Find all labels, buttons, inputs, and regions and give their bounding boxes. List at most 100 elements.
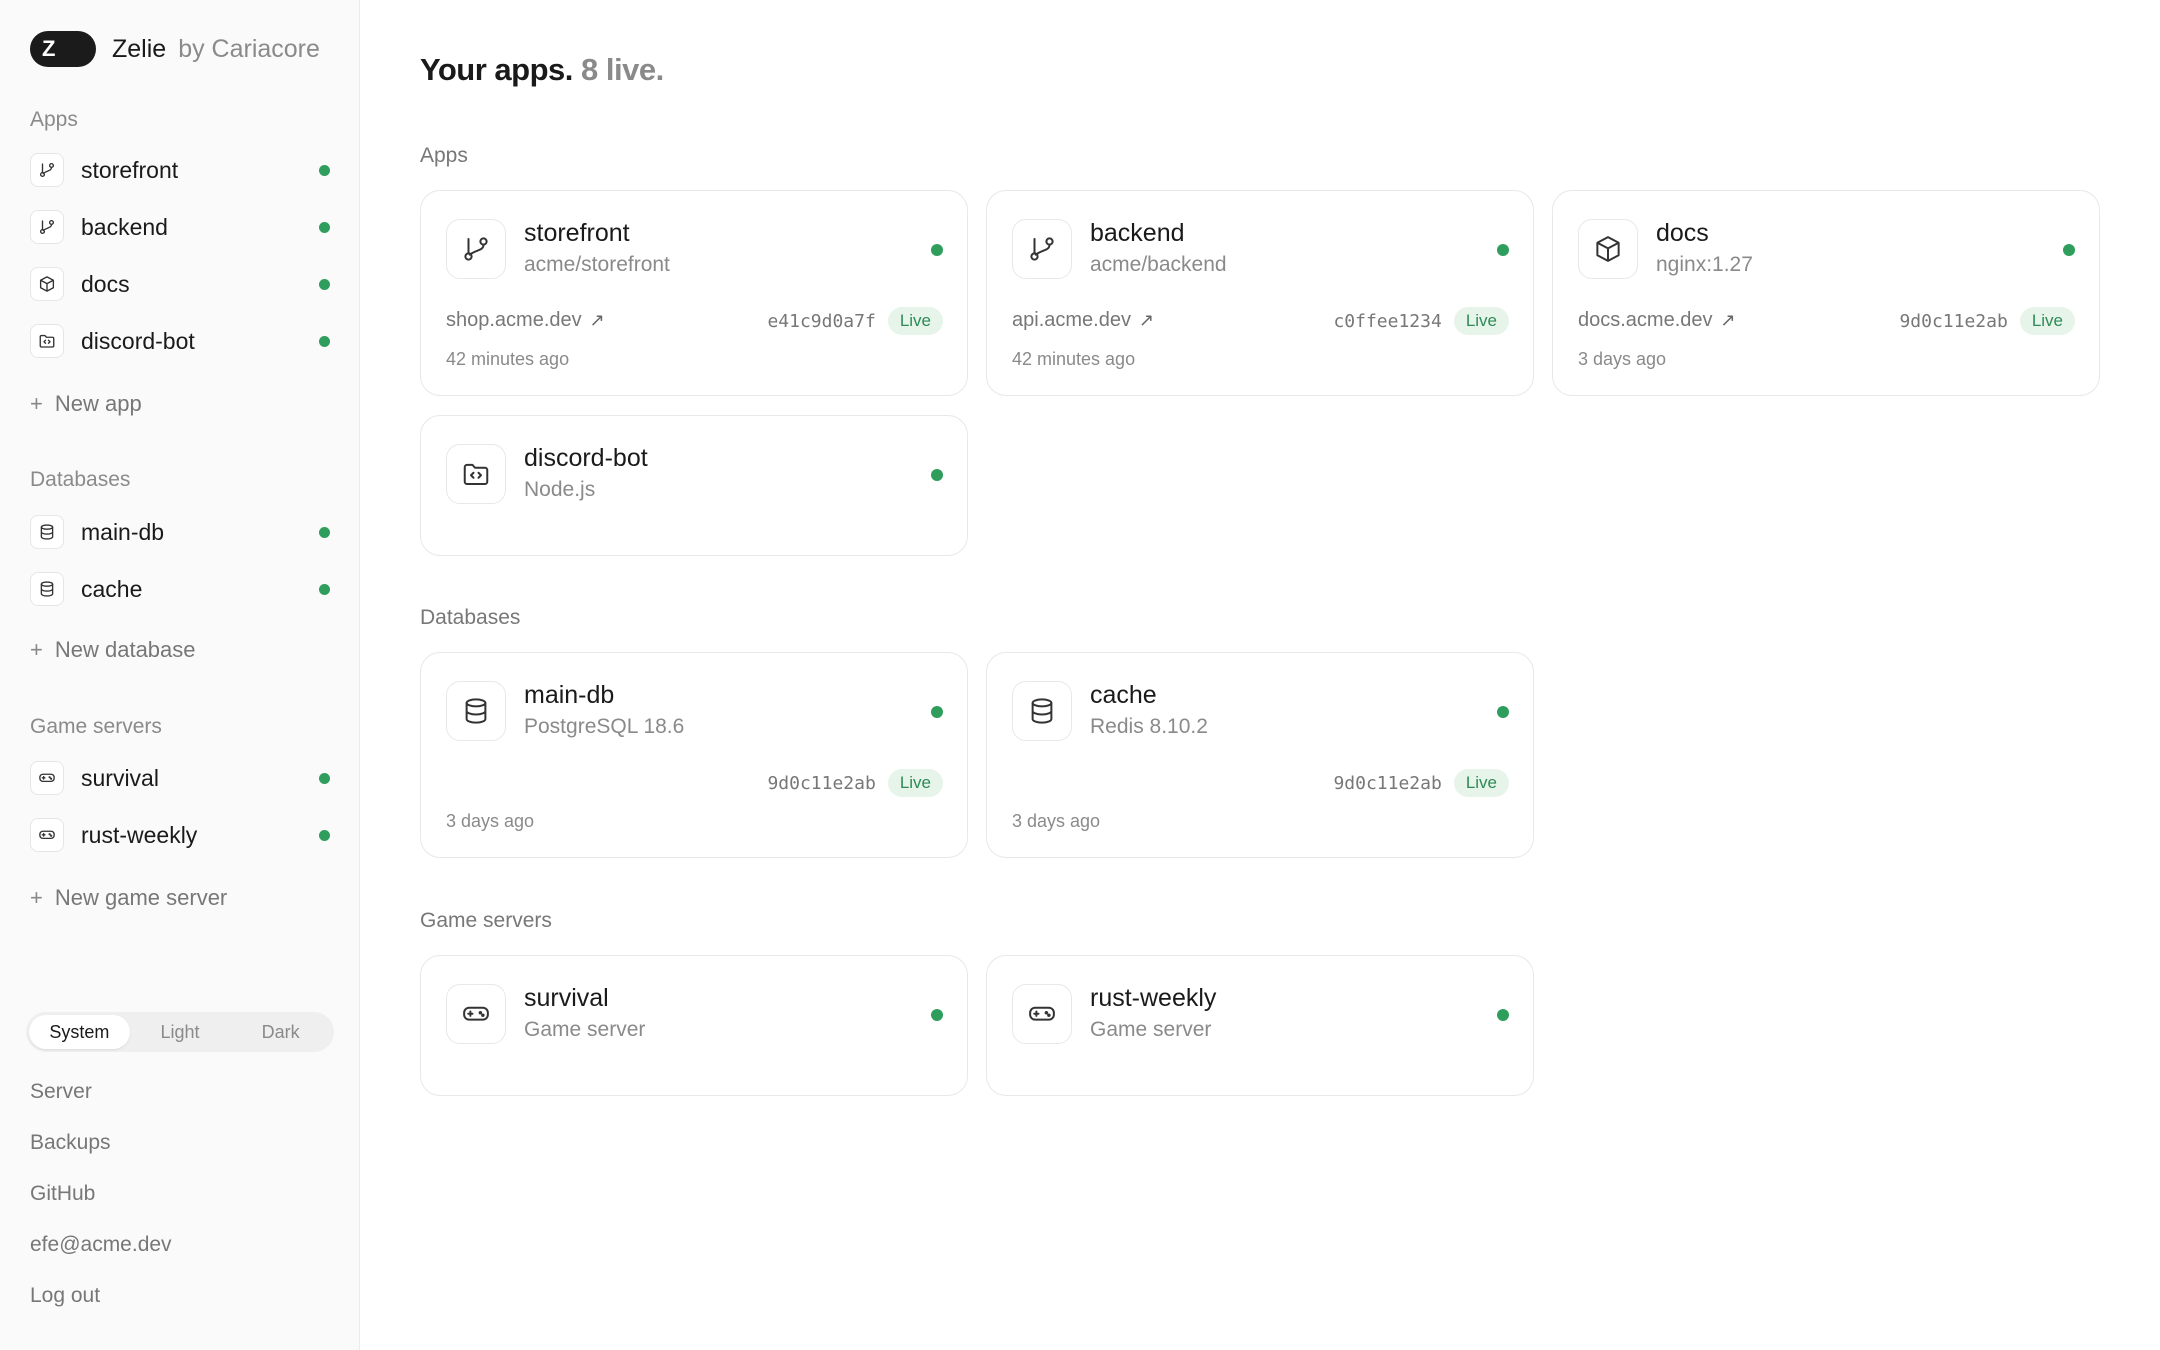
sidebar-item-label: cache bbox=[81, 575, 143, 602]
new-game-server-button[interactable]: + New game server bbox=[30, 882, 227, 914]
sidebar-item-label: rust-weekly bbox=[81, 821, 198, 848]
sidebar-item-survival[interactable]: survival bbox=[30, 758, 330, 798]
sidebar-item-label: backend bbox=[81, 213, 168, 240]
external-link-icon: ↗ bbox=[1720, 310, 1736, 330]
brand-logo-letter: Z bbox=[42, 36, 56, 61]
sidebar-item-discord-bot[interactable]: discord-bot bbox=[30, 321, 330, 361]
sidebar-item-cache[interactable]: cache bbox=[30, 569, 330, 609]
database-card-main-db[interactable]: main-db PostgreSQL 18.6 9d0c11e2ab Live … bbox=[420, 652, 968, 858]
footer-link-log-out[interactable]: Log out bbox=[30, 1284, 100, 1308]
sidebar-section-apps: Apps bbox=[30, 108, 78, 131]
sidebar-item-label: storefront bbox=[81, 156, 179, 183]
footer-link-backups[interactable]: Backups bbox=[30, 1131, 111, 1155]
card-engine: Redis 8.10.2 bbox=[1090, 715, 1208, 738]
theme-option-system[interactable]: System bbox=[29, 1015, 130, 1049]
database-icon bbox=[30, 515, 64, 549]
gamepad-icon bbox=[30, 818, 64, 852]
card-deploy-time: 42 minutes ago bbox=[1012, 349, 1136, 369]
new-app-button[interactable]: + New app bbox=[30, 388, 142, 420]
database-icon bbox=[30, 572, 64, 606]
plus-icon: + bbox=[30, 885, 43, 910]
brand[interactable]: Z Zelie by Cariacore bbox=[30, 30, 320, 68]
git-branch-icon bbox=[30, 210, 64, 244]
status-dot bbox=[319, 772, 330, 784]
new-database-label: New database bbox=[54, 637, 196, 662]
game-server-card-rust-weekly[interactable]: rust-weekly Game server bbox=[986, 955, 1534, 1096]
card-runtime: Node.js bbox=[524, 478, 596, 501]
status-dot bbox=[1497, 706, 1509, 718]
status-badge: Live bbox=[2019, 307, 2075, 335]
page-title: Your apps. 8 live. bbox=[420, 52, 664, 88]
sidebar-item-label: main-db bbox=[81, 518, 165, 545]
status-dot bbox=[319, 335, 330, 347]
card-url-link[interactable]: docs.acme.dev ↗ bbox=[1578, 309, 1736, 332]
app-card-discord-bot[interactable]: discord-bot Node.js bbox=[420, 415, 968, 556]
brand-logo: Z bbox=[30, 31, 96, 67]
card-url-text: docs.acme.dev bbox=[1578, 309, 1713, 331]
card-deploy: c0ffee1234 Live bbox=[1333, 307, 1509, 335]
external-link-icon: ↗ bbox=[1138, 310, 1155, 330]
card-deploy-time: 3 days ago bbox=[1012, 811, 1101, 831]
folder-code-icon bbox=[30, 324, 64, 358]
status-dot bbox=[931, 469, 943, 481]
status-dot bbox=[1497, 244, 1509, 256]
card-name: survival bbox=[524, 984, 609, 1012]
package-icon bbox=[30, 267, 64, 301]
footer-link-server[interactable]: Server bbox=[30, 1080, 92, 1104]
card-deploy-time: 3 days ago bbox=[1578, 349, 1667, 369]
footer-link-github[interactable]: GitHub bbox=[30, 1182, 95, 1206]
card-deploy: e41c9d0a7f Live bbox=[767, 307, 943, 335]
sidebar-item-backend[interactable]: backend bbox=[30, 207, 330, 247]
commit-hash: 9d0c11e2ab bbox=[1333, 772, 1442, 794]
app-card-storefront[interactable]: storefront acme/storefront shop.acme.dev… bbox=[420, 190, 968, 396]
gamepad-icon bbox=[1012, 984, 1072, 1044]
sidebar-item-main-db[interactable]: main-db bbox=[30, 512, 330, 552]
app-card-docs[interactable]: docs nginx:1.27 docs.acme.dev ↗ 9d0c11e2… bbox=[1552, 190, 2100, 396]
status-badge: Live bbox=[887, 307, 943, 335]
card-url-link[interactable]: shop.acme.dev ↗ bbox=[446, 309, 605, 332]
brand-by: by Cariacore bbox=[178, 34, 320, 63]
theme-option-dark[interactable]: Dark bbox=[230, 1015, 331, 1049]
commit-hash: 9d0c11e2ab bbox=[1899, 310, 2008, 332]
git-branch-icon bbox=[30, 153, 64, 187]
game-server-card-survival[interactable]: survival Game server bbox=[420, 955, 968, 1096]
git-branch-icon bbox=[1012, 219, 1072, 279]
card-url-text: api.acme.dev bbox=[1012, 309, 1131, 331]
sidebar-item-storefront[interactable]: storefront bbox=[30, 150, 330, 190]
new-database-button[interactable]: + New database bbox=[30, 634, 196, 666]
card-name: main-db bbox=[524, 681, 615, 709]
card-name: rust-weekly bbox=[1090, 984, 1217, 1012]
database-card-cache[interactable]: cache Redis 8.10.2 9d0c11e2ab Live 3 day… bbox=[986, 652, 1534, 858]
live-count: 8 live. bbox=[581, 52, 664, 87]
git-branch-icon bbox=[446, 219, 506, 279]
card-deploy: 9d0c11e2ab Live bbox=[767, 769, 943, 797]
sidebar-item-label: docs bbox=[81, 270, 130, 297]
status-dot bbox=[319, 829, 330, 841]
theme-option-light[interactable]: Light bbox=[130, 1015, 231, 1049]
commit-hash: 9d0c11e2ab bbox=[767, 772, 876, 794]
card-deploy-time: 42 minutes ago bbox=[446, 349, 570, 369]
card-image: nginx:1.27 bbox=[1656, 253, 1753, 276]
new-app-label: New app bbox=[54, 391, 142, 416]
plus-icon: + bbox=[30, 391, 43, 416]
new-game-server-label: New game server bbox=[54, 885, 228, 910]
sidebar-item-rust-weekly[interactable]: rust-weekly bbox=[30, 815, 330, 855]
page-title-text: Your apps. bbox=[420, 52, 573, 87]
card-engine: PostgreSQL 18.6 bbox=[524, 715, 685, 738]
sidebar: Z Zelie by Cariacore Apps storefront bac… bbox=[0, 0, 360, 1350]
card-name: backend bbox=[1090, 219, 1185, 247]
footer-link-account-email[interactable]: efe@acme.dev bbox=[30, 1233, 172, 1257]
sidebar-item-docs[interactable]: docs bbox=[30, 264, 330, 304]
status-badge: Live bbox=[1453, 769, 1509, 797]
gamepad-icon bbox=[30, 761, 64, 795]
card-deploy: 9d0c11e2ab Live bbox=[1899, 307, 2075, 335]
card-url-link[interactable]: api.acme.dev ↗ bbox=[1012, 309, 1154, 332]
card-deploy-time: 3 days ago bbox=[446, 811, 535, 831]
app-card-backend[interactable]: backend acme/backend api.acme.dev ↗ c0ff… bbox=[986, 190, 1534, 396]
card-deploy: 9d0c11e2ab Live bbox=[1333, 769, 1509, 797]
commit-hash: c0ffee1234 bbox=[1333, 310, 1442, 332]
section-title-game-servers: Game servers bbox=[420, 909, 552, 932]
status-dot bbox=[931, 244, 943, 256]
status-badge: Live bbox=[1453, 307, 1509, 335]
status-dot bbox=[319, 583, 330, 595]
